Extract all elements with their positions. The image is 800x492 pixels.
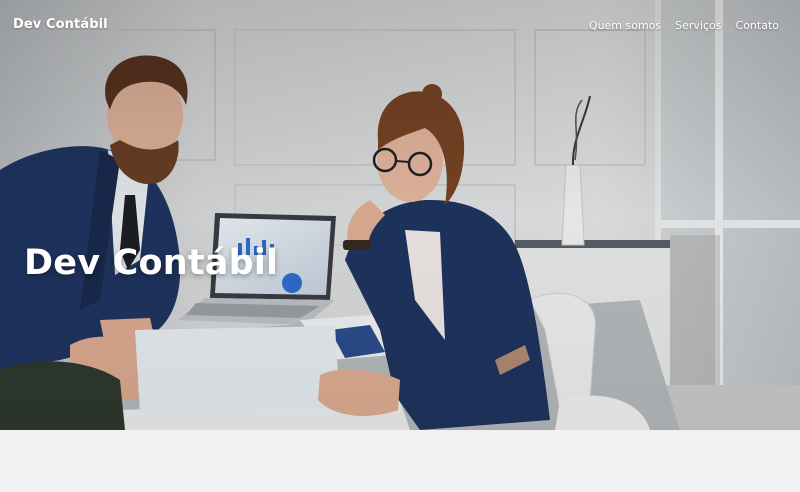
brand-logo-link[interactable]: Dev Contábil xyxy=(13,17,108,32)
top-navbar: Dev Contábil Quem somos Serviços Contato xyxy=(0,0,800,52)
nav-links: Quem somos Serviços Contato xyxy=(589,19,779,32)
page: Dev Contábil Quem somos Serviços Contato… xyxy=(0,0,800,492)
hero-background-photo xyxy=(0,0,800,430)
nav-link-servicos[interactable]: Serviços xyxy=(675,19,721,32)
hero-title: Dev Contábil xyxy=(24,243,279,283)
nav-link-contato[interactable]: Contato xyxy=(736,19,779,32)
next-section-background xyxy=(0,430,800,492)
hero-section: Dev Contábil Quem somos Serviços Contato… xyxy=(0,0,800,430)
nav-link-quem-somos[interactable]: Quem somos xyxy=(589,19,661,32)
